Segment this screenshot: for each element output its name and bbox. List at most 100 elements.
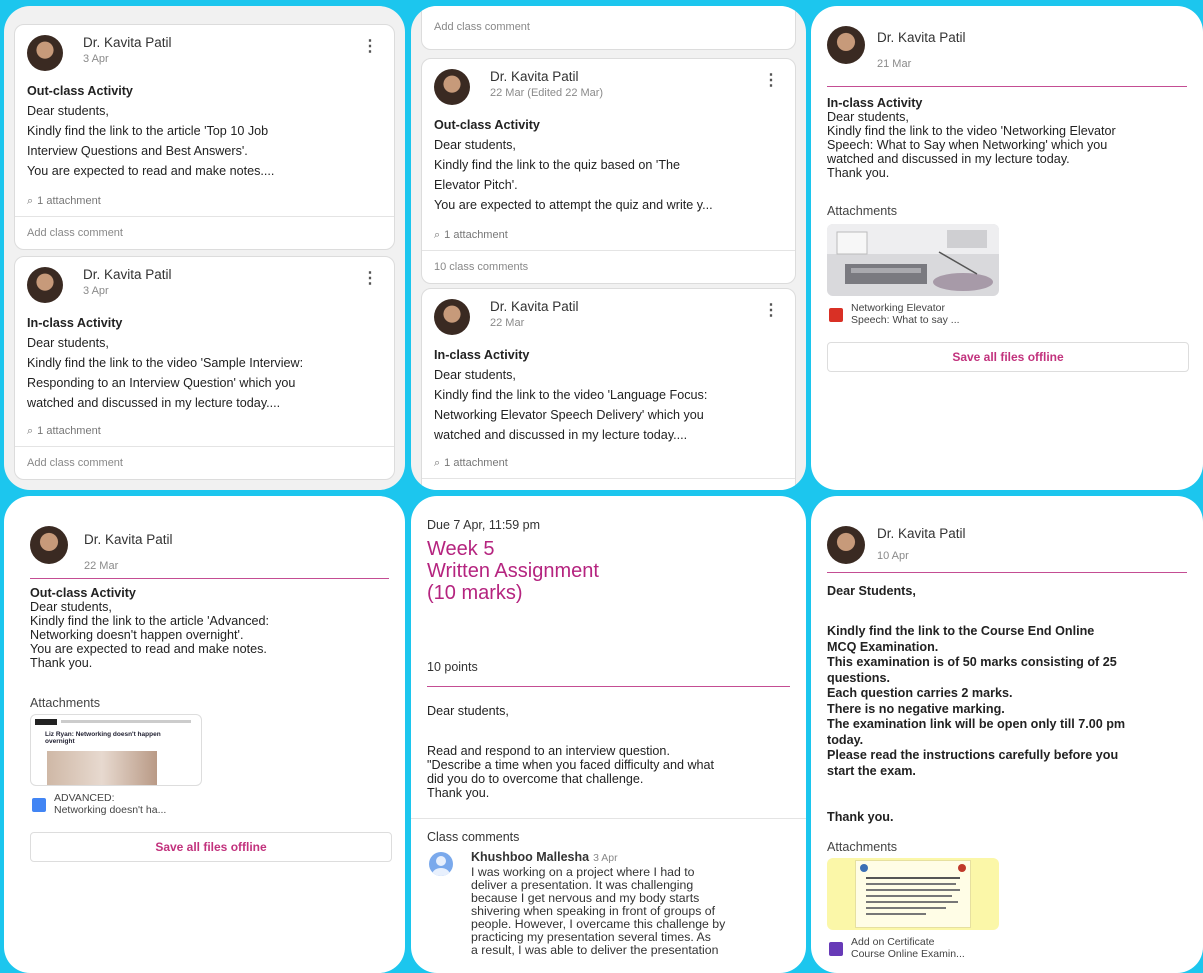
form-text-line [866,895,952,897]
post-body: Out-class Activity Dear students, Kindly… [30,586,390,670]
add-comment-button[interactable]: Add class comment [15,446,394,479]
instruction-line: This examination is of 50 marks consisti… [827,655,1117,669]
post-card[interactable]: Dr. Kavita Patil 3 Apr ⋮ Out-class Activ… [14,24,395,250]
doc-file-icon [32,798,46,812]
post-line: watched and discussed in my lecture toda… [27,396,281,410]
attachment-count: 1 attachment [37,195,101,207]
form-text-line [866,901,958,903]
assignment-panel-5: Due 7 Apr, 11:59 pm Week 5 Written Assig… [411,496,806,973]
form-text-line [866,883,956,885]
more-options-icon[interactable]: ⋮ [362,271,378,287]
file-name-line: Speech: What to say ... [851,314,960,326]
avatar [27,35,63,71]
post-line: Responding to an Interview Question' whi… [27,376,296,390]
instruction-line: Each question carries 2 marks. [827,686,1013,700]
author-name: Dr. Kavita Patil [490,69,579,84]
paperclip-icon: ⌕ [434,457,441,469]
instruction-line: Kindly find the link to the Course End O… [827,624,1095,638]
file-name-line: Networking doesn't ha... [54,804,167,816]
file-name[interactable]: Add on Certificate Course Online Examin.… [851,936,965,960]
post-date: 21 Mar [877,58,912,70]
attachments-label: Attachments [827,840,897,854]
file-name-line: Add on Certificate [851,936,935,948]
nav-bar [61,720,191,723]
article-photo [47,751,157,785]
post-line: You are expected to read and make notes. [30,642,267,656]
avatar [827,26,865,64]
post-date: 22 Mar [84,560,119,572]
avatar [27,267,63,303]
post-line: Kindly find the link to the article 'Top… [27,124,269,138]
post-card[interactable]: Dr. Kavita Patil 22 Mar ⋮ In-class Activ… [421,288,796,490]
assignment-title-line: Week 5 [427,538,495,560]
post-card[interactable]: Dr. Kavita Patil 22 Mar (Edited 22 Mar) … [421,58,796,284]
form-text-line [866,913,926,915]
commenter-name: Khushboo Mallesha [471,850,590,864]
comment-line: a result, I was able to deliver the pres… [471,943,719,957]
instruction-line: Please read the instructions carefully b… [827,748,1119,762]
post-detail-panel-3: Dr. Kavita Patil 21 Mar In-class Activit… [811,6,1203,490]
instruction-line: There is no negative marking. [827,701,1005,716]
add-comment-button[interactable]: Add class comment [15,216,394,249]
instruction-line: questions. [827,670,890,685]
exam-instructions: Kindly find the link to the Course End O… [827,624,1197,779]
post-line: Kindly find the link to the article 'Adv… [30,614,270,628]
attachment-count: 1 attachment [37,425,101,437]
instruction-line: start the exam. [827,763,916,778]
add-comment-button[interactable]: Add class comment [422,6,795,43]
video-file-icon [829,308,843,322]
avatar [30,526,68,564]
author-name: Dr. Kavita Patil [877,30,966,45]
form-text-line [866,907,946,909]
post-line: You are expected to attempt the quiz and… [434,198,713,212]
video-thumbnail[interactable] [827,224,999,296]
post-line: Interview Questions and Best Answers'. [27,144,248,158]
instruction-line: today. [827,732,864,747]
author-name: Dr. Kavita Patil [84,532,173,547]
author-name: Dr. Kavita Patil [83,35,172,50]
post-title: In-class Activity [27,316,123,330]
post-line: Elevator Pitch'. [434,178,518,192]
assignment-title: Week 5 Written Assignment (10 marks) [427,538,727,604]
more-options-icon[interactable]: ⋮ [763,73,779,89]
post-line: watched and discussed in my lecture toda… [434,428,688,442]
file-name[interactable]: ADVANCED: Networking doesn't ha... [54,792,166,816]
form-thumbnail[interactable] [827,858,999,930]
due-date: Due 7 Apr, 11:59 pm [427,518,541,532]
post-line: Kindly find the link to the quiz based o… [434,158,681,172]
thanks: Thank you. [827,810,894,824]
person-icon [429,852,453,876]
assignment-title-line: (10 marks) [427,582,523,604]
post-line: watched and discussed in my lecture toda… [827,152,1070,166]
post-line: You are expected to read and make notes.… [27,164,275,178]
file-name-line: Course Online Examin... [851,948,965,960]
post-line: Kindly find the link to the video 'Langu… [434,388,708,402]
author-name: Dr. Kavita Patil [83,267,172,282]
form-page [855,860,971,928]
instruction-line: Thank you. [427,786,490,800]
stream-panel-1: Dr. Kavita Patil 3 Apr ⋮ Out-class Activ… [4,6,405,490]
assignment-title-line: Written Assignment [427,560,599,582]
article-thumbnail[interactable]: Liz Ryan: Networking doesn't happen over… [30,714,202,786]
attachment-count: 1 attachment [444,457,508,469]
class-comments-link[interactable]: 10 class comments [422,250,795,283]
avatar [434,299,470,335]
post-date: 3 Apr [83,53,109,65]
instruction-line: The examination link will be open only t… [827,717,1126,731]
more-options-icon[interactable]: ⋮ [763,303,779,319]
divider [30,578,389,579]
post-card[interactable]: Add class comment [421,6,796,50]
save-all-offline-button[interactable]: Save all files offline [827,342,1189,372]
post-detail-panel-4: Dr. Kavita Patil 22 Mar Out-class Activi… [4,496,405,973]
paperclip-icon: ⌕ [27,425,34,437]
post-line: Dear students, [30,600,112,614]
form-logo [860,864,868,872]
avatar [827,526,865,564]
post-card[interactable]: Dr. Kavita Patil 3 Apr ⋮ In-class Activi… [14,256,395,480]
more-options-icon[interactable]: ⋮ [362,39,378,55]
file-name[interactable]: Networking Elevator Speech: What to say … [851,302,960,326]
add-comment-button[interactable]: Add class comment [422,478,795,490]
greeting: Dear students, [427,704,509,718]
save-all-offline-button[interactable]: Save all files offline [30,832,392,862]
post-line: Dear students, [827,110,909,124]
